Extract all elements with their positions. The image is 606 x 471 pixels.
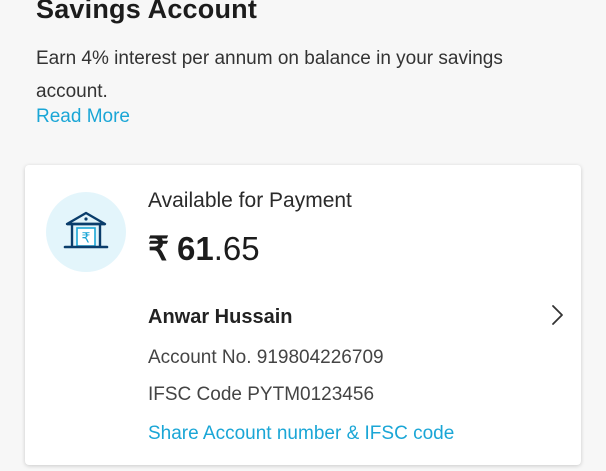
savings-description: Earn 4% interest per annum on balance in… (36, 48, 503, 102)
account-number: Account No. 919804226709 (148, 347, 384, 368)
bank-rupee-icon: ₹ (46, 192, 126, 272)
svg-text:₹: ₹ (82, 231, 91, 247)
rupee-symbol: ₹ (148, 230, 169, 267)
balance-amount: ₹61.65 (148, 229, 260, 268)
chevron-right-icon[interactable] (545, 303, 569, 327)
ifsc-code: IFSC Code PYTM0123456 (148, 384, 375, 405)
page-title: Savings Account (36, 0, 258, 24)
balance-whole: 61 (177, 230, 214, 267)
account-card: ₹ Available for Payment ₹61.65 Anwar Hus… (25, 165, 581, 465)
share-account-link[interactable]: Share Account number & IFSC code (148, 423, 454, 445)
account-holder-name[interactable]: Anwar Hussain (148, 306, 292, 329)
balance-decimal: .65 (213, 230, 260, 267)
available-for-payment-label: Available for Payment (148, 189, 352, 212)
read-more-link[interactable]: Read More (36, 106, 130, 128)
